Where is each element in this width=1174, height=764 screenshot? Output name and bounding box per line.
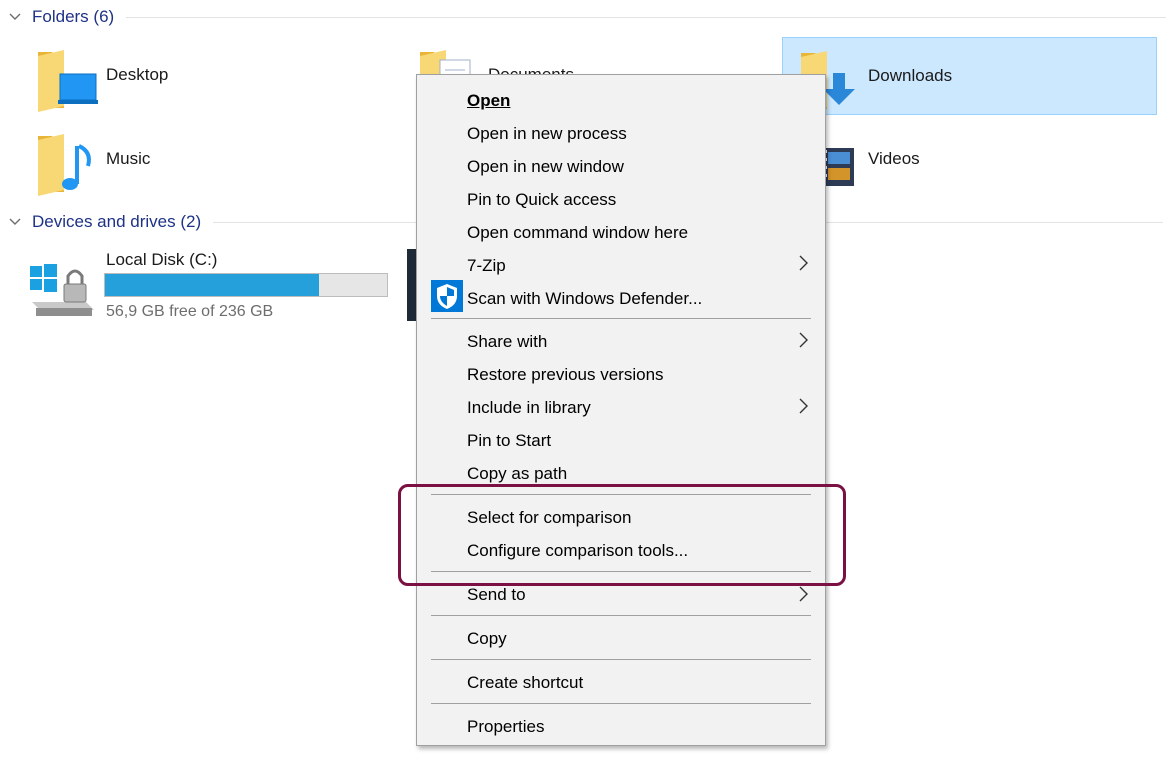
menu-item-send-to[interactable]: Send to — [467, 584, 526, 606]
desktop-folder-icon — [38, 50, 98, 112]
drive-free-space: 56,9 GB free of 236 GB — [106, 303, 274, 320]
submenu-arrow-icon — [799, 255, 808, 271]
folder-videos[interactable]: Videos — [782, 122, 1157, 198]
chevron-down-icon — [9, 13, 21, 20]
menu-item-create-shortcut[interactable]: Create shortcut — [467, 672, 583, 694]
menu-item-open-new-window[interactable]: Open in new window — [467, 156, 624, 178]
submenu-arrow-icon — [799, 586, 808, 602]
menu-item-copy[interactable]: Copy — [467, 628, 507, 650]
folders-group-title: Folders (6) — [32, 7, 115, 26]
submenu-arrow-icon — [799, 398, 808, 414]
submenu-arrow-icon — [799, 332, 808, 348]
menu-item-properties[interactable]: Properties — [467, 716, 544, 738]
menu-item-pin-start[interactable]: Pin to Start — [467, 430, 551, 452]
drive-usage-bar — [104, 273, 388, 297]
folder-downloads[interactable]: Downloads — [782, 37, 1157, 115]
menu-item-scan-defender[interactable]: Scan with Windows Defender... — [467, 288, 702, 310]
menu-item-open-cmd-here[interactable]: Open command window here — [467, 222, 688, 244]
chevron-down-icon — [9, 218, 21, 225]
folder-desktop[interactable]: Desktop — [30, 38, 390, 114]
menu-item-share-with[interactable]: Share with — [467, 331, 547, 353]
menu-separator — [431, 659, 811, 660]
drive-usage-fill — [105, 274, 320, 296]
drives-group-title: Devices and drives (2) — [32, 212, 202, 231]
folders-group-header[interactable]: Folders (6) — [0, 5, 1167, 29]
open-label: Open — [467, 91, 511, 110]
group-divider — [126, 16, 1167, 18]
menu-item-include-library[interactable]: Include in library — [467, 397, 591, 419]
menu-item-7zip[interactable]: 7-Zip — [467, 255, 506, 277]
drive-name: Local Disk (C:) — [106, 250, 218, 269]
drive-local-disk-c[interactable]: Local Disk (C:) 56,9 GB free of 236 GB — [26, 246, 396, 326]
menu-separator — [431, 703, 811, 704]
menu-item-restore-versions[interactable]: Restore previous versions — [467, 364, 664, 386]
menu-separator — [431, 318, 811, 319]
folder-label: Desktop — [106, 65, 169, 84]
folder-label: Music — [106, 149, 151, 168]
music-folder-icon — [38, 134, 91, 196]
context-menu: Open Open in new process Open in new win… — [416, 74, 826, 746]
windows-defender-icon — [431, 280, 463, 312]
menu-separator — [431, 615, 811, 616]
windows-drive-icon — [30, 264, 94, 316]
menu-item-open[interactable]: Open — [467, 90, 510, 112]
folder-label: Downloads — [868, 66, 953, 85]
menu-item-open-new-process[interactable]: Open in new process — [467, 123, 627, 145]
folder-music[interactable]: Music — [30, 122, 390, 198]
folder-label: Videos — [868, 149, 920, 168]
menu-item-pin-quick-access[interactable]: Pin to Quick access — [467, 189, 616, 211]
comparison-highlight-box — [398, 484, 846, 586]
menu-item-copy-as-path[interactable]: Copy as path — [467, 463, 567, 485]
